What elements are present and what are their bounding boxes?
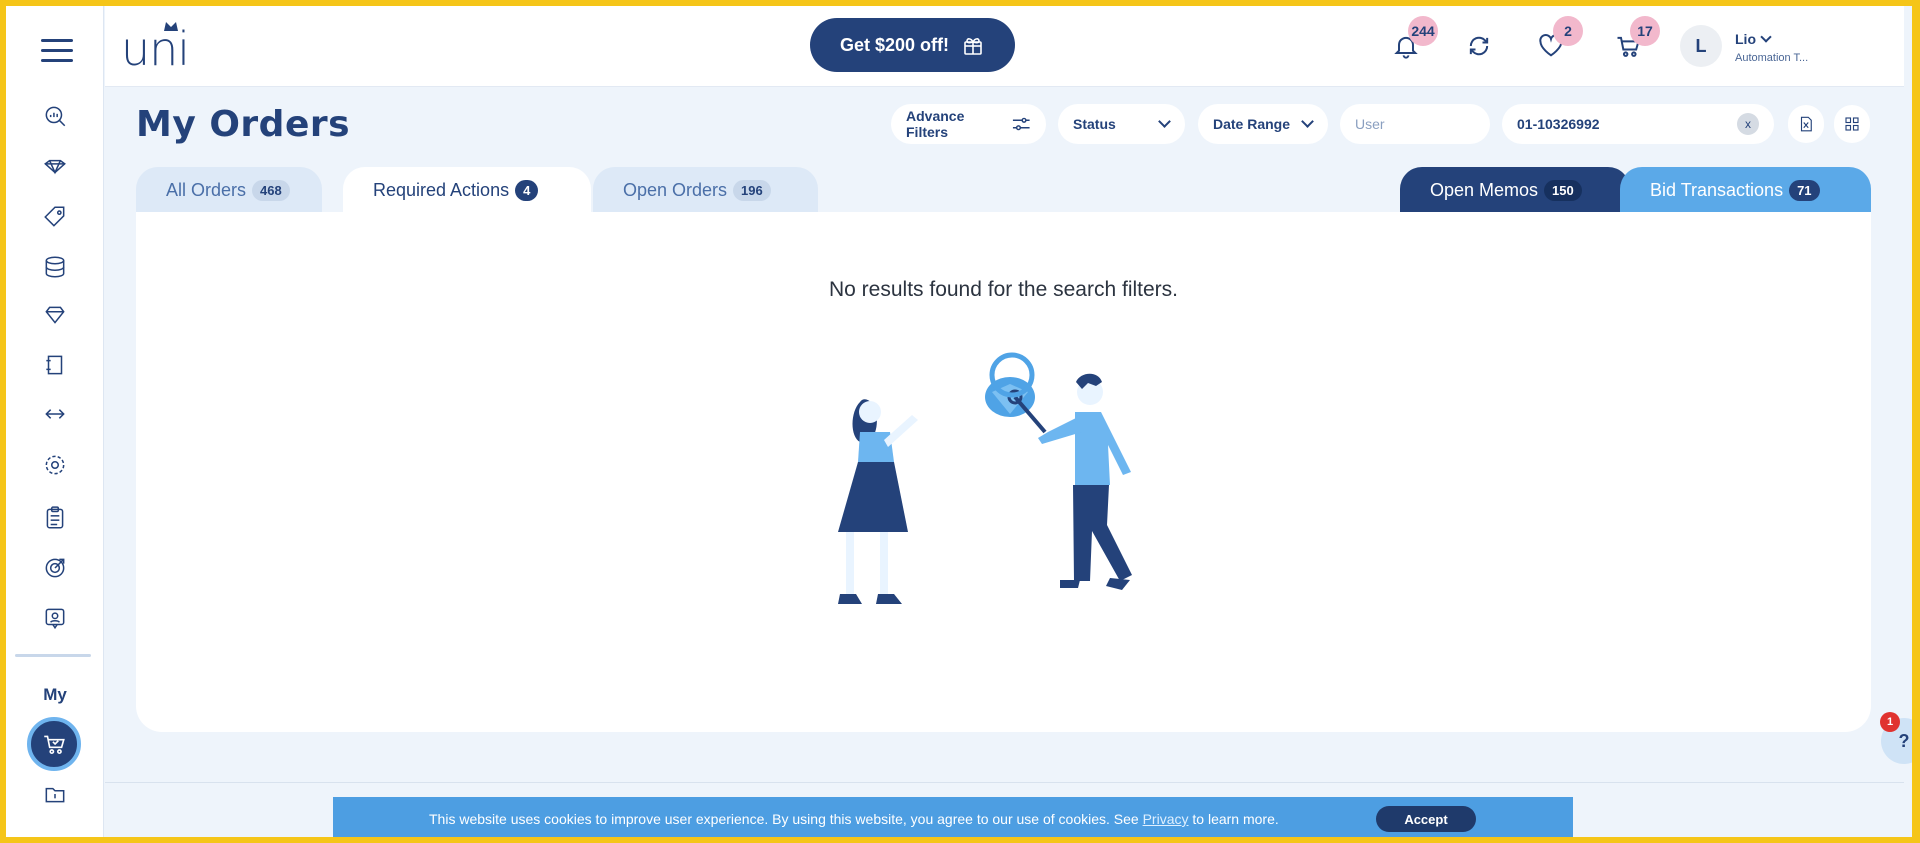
advance-filters-label: Advance Filters [906,108,965,140]
tab-count: 196 [733,179,771,201]
tab-label: All Orders [166,179,247,200]
tab-required-actions[interactable]: Required Actions 4 [343,167,591,213]
empty-state-illustration [838,352,1132,604]
sidebar: My [6,6,104,837]
badge-icon[interactable] [37,600,73,636]
export-excel-button[interactable] [1788,105,1824,143]
tab-count: 468 [252,179,290,201]
wishlist-badge: 2 [1553,16,1583,46]
sliders-icon [1013,117,1031,131]
search-input[interactable]: 01-10326992 x [1502,104,1774,144]
cart-badge: 17 [1630,16,1660,46]
results-panel: No results found for the search filters. [136,212,1871,732]
notifications-button[interactable]: 244 [1392,16,1438,62]
grid-view-button[interactable] [1834,105,1870,143]
target-icon[interactable] [37,550,73,586]
folder-icon[interactable] [37,776,73,812]
tab-label: Required Actions [373,179,510,200]
cart-button[interactable]: 17 [1614,16,1660,62]
cart-icon[interactable] [27,717,81,771]
privacy-link[interactable]: Privacy [1143,811,1189,827]
settings-icon[interactable] [37,447,73,483]
diamond-icon[interactable] [37,297,73,333]
footer-divider [105,782,1904,783]
user-placeholder: User [1355,116,1385,132]
sync-icon [1469,36,1489,56]
tab-open-orders[interactable]: Open Orders 196 [593,167,818,213]
menu-icon[interactable] [41,39,73,63]
tab-count: 4 [515,179,539,201]
status-select[interactable]: Status [1058,104,1185,144]
tab-label: Open Memos [1430,179,1539,200]
page-title: My Orders [136,104,351,145]
tag-icon[interactable] [37,199,73,235]
promo-label: Get $200 off! [839,34,950,55]
clipboard-icon[interactable] [37,500,73,536]
chevron-down-icon [1158,115,1171,128]
user-role: Automation T... [1735,52,1809,64]
tab-label: Open Orders [623,179,728,200]
database-icon[interactable] [37,249,73,285]
sync-button[interactable] [1465,32,1495,62]
user-input[interactable]: User [1340,104,1490,144]
tab-label: Bid Transactions [1650,179,1784,200]
cookie-message: This website uses cookies to improve use… [429,811,1279,827]
tab-bid-transactions[interactable]: Bid Transactions 71 [1620,167,1871,213]
logo-crown-icon [164,22,178,31]
memo-icon[interactable] [37,347,73,383]
excel-icon [1800,116,1812,132]
user-menu[interactable]: Lio [1735,31,1772,47]
notifications-badge: 244 [1408,16,1438,46]
cookie-banner: This website uses cookies to improve use… [333,797,1573,843]
grid-icon [1845,117,1859,131]
handshake-diamond-icon[interactable] [37,148,73,184]
cookie-text-after: to learn more. [1188,811,1279,827]
chevron-down-icon [1760,31,1772,43]
accept-cookies-button[interactable]: Accept [1376,806,1476,832]
sidebar-divider [15,654,91,657]
gift-icon [964,38,982,55]
help-badge: 1 [1880,712,1900,732]
status-label: Status [1073,116,1116,132]
wishlist-button[interactable]: 2 [1537,16,1583,62]
search-value: 01-10326992 [1517,116,1600,132]
empty-message: No results found for the search filters. [829,278,1178,301]
date-range-label: Date Range [1213,116,1291,132]
transfer-icon[interactable] [37,396,73,432]
top-header: uni Get $200 off! 244 2 17 L Lio Automat… [105,6,1904,87]
promo-button[interactable]: Get $200 off! [810,18,1015,72]
tab-count: 71 [1789,179,1820,201]
chevron-down-icon [1301,115,1314,128]
clear-search-button[interactable]: x [1737,113,1759,135]
user-name: Lio [1735,31,1756,47]
advance-filters-button[interactable]: Advance Filters [891,104,1046,144]
analytics-icon[interactable] [37,98,73,134]
cookie-text-before: This website uses cookies to improve use… [429,811,1143,827]
tab-open-memos[interactable]: Open Memos 150 [1400,167,1630,213]
tab-all-orders[interactable]: All Orders 468 [136,167,322,213]
sidebar-section-label: My [43,685,67,704]
date-range-select[interactable]: Date Range [1198,104,1328,144]
tab-count: 150 [1544,179,1582,201]
logo[interactable]: uni [121,26,190,72]
avatar[interactable]: L [1680,25,1722,67]
